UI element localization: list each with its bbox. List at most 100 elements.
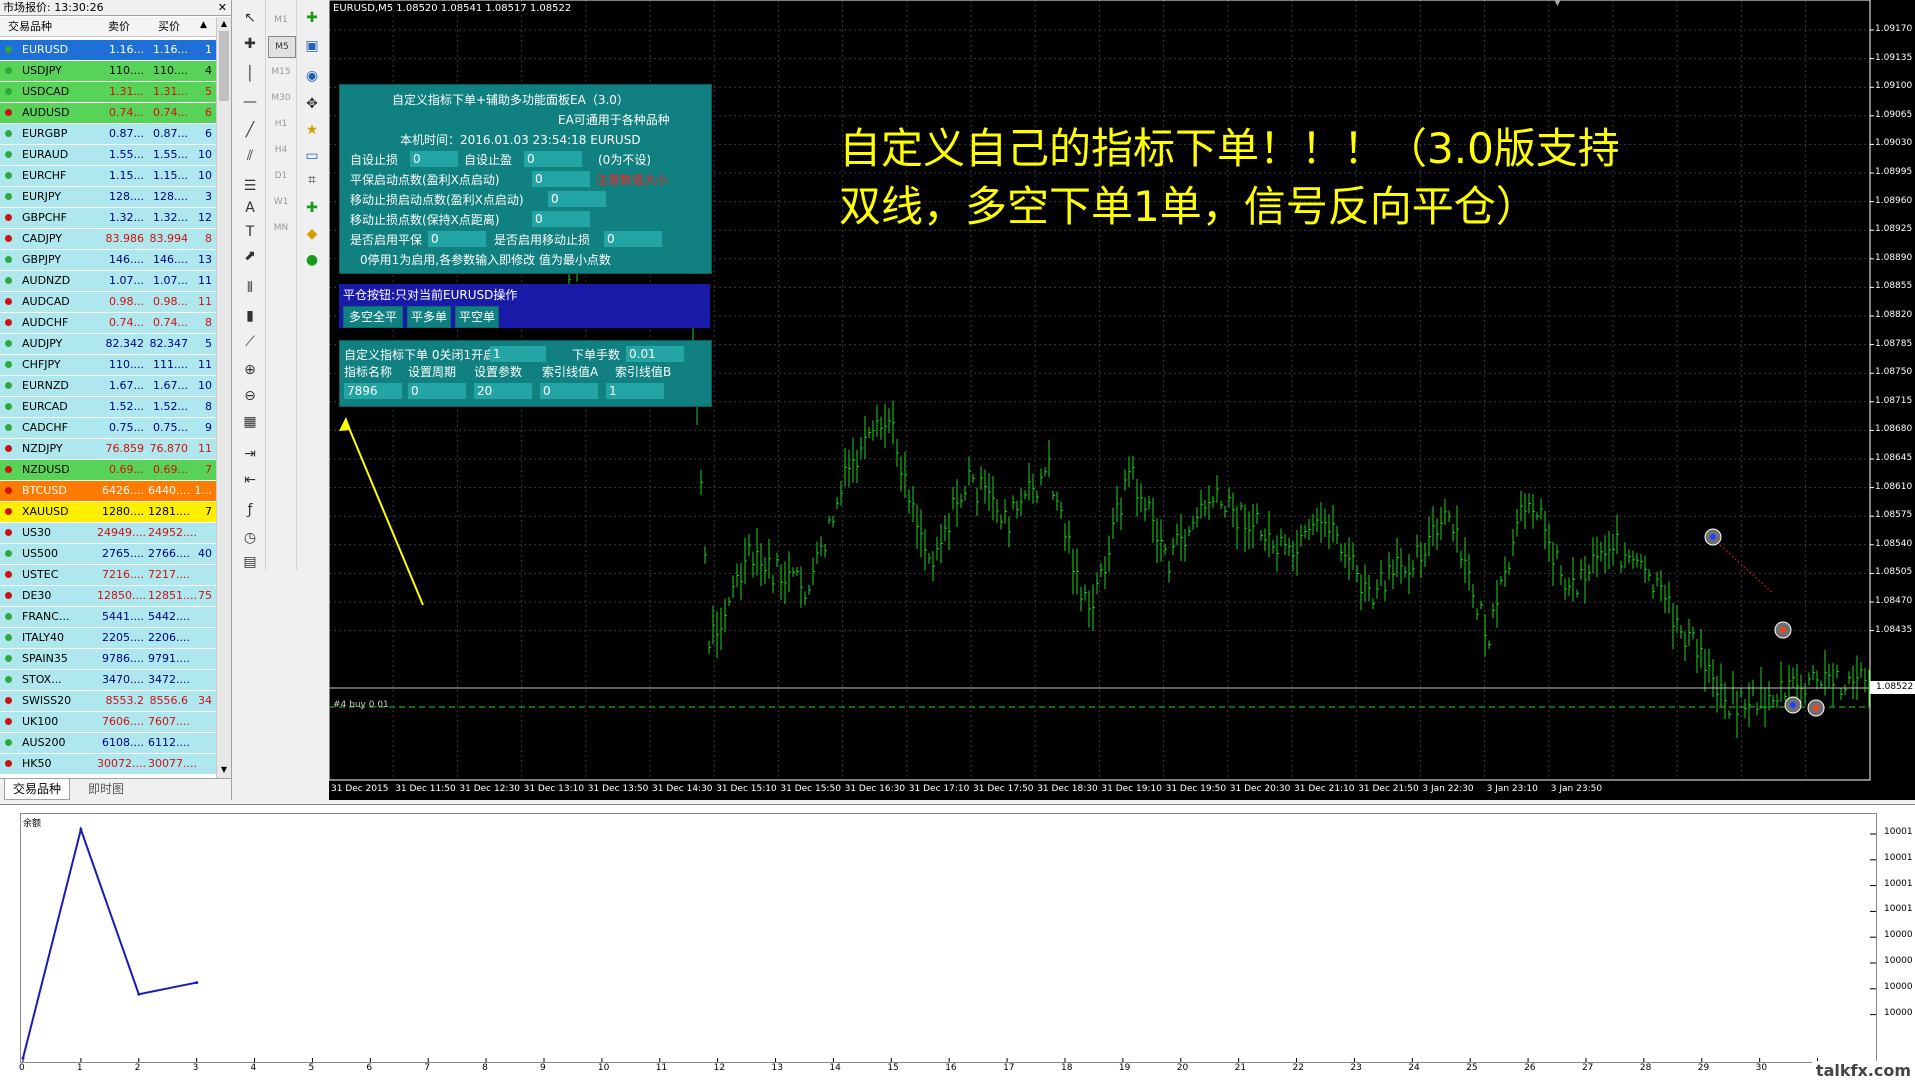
market-watch-row[interactable]: AUDCHF 0.74... 0.74... 8: [0, 313, 216, 334]
market-watch-row[interactable]: AUS200 6108.... 6112....: [0, 733, 216, 754]
market-watch-row[interactable]: USDJPY 110.... 110.... 4: [0, 61, 216, 82]
market-watch-row[interactable]: ITALY40 2205.... 2206....: [0, 628, 216, 649]
new-order-icon[interactable]: ✚: [301, 198, 323, 218]
indicators-icon[interactable]: ƒ: [239, 500, 261, 520]
candle-chart-icon[interactable]: ▮: [239, 306, 261, 326]
horizontal-line-icon[interactable]: —: [239, 92, 261, 112]
timeframe-m1[interactable]: M1: [268, 10, 294, 30]
market-watch-row[interactable]: EURGBP 0.87... 0.87... 6: [0, 124, 216, 145]
tp-input[interactable]: 0: [524, 151, 582, 167]
close-sell-button[interactable]: 平空单: [455, 306, 499, 328]
market-watch-row[interactable]: BTCUSD 6426.... 6440.... 1...: [0, 481, 216, 502]
timeframe-m15[interactable]: M15: [268, 62, 294, 82]
vertical-line-icon[interactable]: │: [239, 64, 261, 84]
bar-chart-icon[interactable]: ⫴: [239, 278, 261, 298]
market-watch-row[interactable]: FRANC... 5441.... 5442....: [0, 607, 216, 628]
indicator-name-input[interactable]: 7896: [344, 383, 402, 399]
chart-dropdown-icon[interactable]: ▼: [1554, 0, 1561, 8]
close-icon[interactable]: ✕: [218, 0, 227, 16]
timeframe-mn[interactable]: MN: [268, 218, 294, 238]
enable-breakeven-input[interactable]: 0: [428, 231, 486, 247]
market-watch-row[interactable]: CADJPY 83.986 83.994 8: [0, 229, 216, 250]
metaeditor-icon[interactable]: ◆: [301, 224, 323, 244]
market-watch-row[interactable]: US30 24949.... 24952....: [0, 523, 216, 544]
market-watch-row[interactable]: AUDCAD 0.98... 0.98... 11: [0, 292, 216, 313]
chevron-up-icon[interactable]: ▲: [200, 16, 207, 35]
arrow-icon[interactable]: ⬈: [239, 246, 261, 266]
autoscroll-icon[interactable]: ⇥: [239, 444, 261, 464]
price-chart[interactable]: EURUSD,M5 1.08520 1.08541 1.08517 1.0852…: [329, 0, 1915, 800]
market-watch-row[interactable]: AUDJPY 82.342 82.347 5: [0, 334, 216, 355]
market-watch-row[interactable]: GBPCHF 1.32... 1.32... 12: [0, 208, 216, 229]
zoom-out-icon[interactable]: ⊖: [239, 386, 261, 406]
market-watch-row[interactable]: HK50 30072.... 30077....: [0, 754, 216, 775]
index-a-input[interactable]: 0: [540, 383, 598, 399]
market-watch-row[interactable]: EURAUD 1.55... 1.55... 10: [0, 145, 216, 166]
market-watch-row[interactable]: DE30 12850.... 12851.... 75: [0, 586, 216, 607]
tester-icon[interactable]: ⌗: [301, 170, 323, 190]
breakeven-input[interactable]: 0: [532, 171, 590, 187]
chart-shift-icon[interactable]: ⇤: [239, 470, 261, 490]
autotrading-icon[interactable]: ●: [301, 250, 323, 270]
market-watch-scrollbar[interactable]: ▲ ▼: [216, 17, 231, 778]
market-watch-row[interactable]: EURJPY 128.... 128.... 3: [0, 187, 216, 208]
timeframe-h4[interactable]: H4: [268, 140, 294, 160]
timeframe-m30[interactable]: M30: [268, 88, 294, 108]
market-watch-row[interactable]: EURCHF 1.15... 1.15... 10: [0, 166, 216, 187]
market-watch-icon[interactable]: ◉: [301, 66, 323, 86]
new-chart-icon[interactable]: ✚: [301, 8, 323, 28]
tab-symbols[interactable]: 交易品种: [4, 779, 71, 800]
crosshair-icon[interactable]: ✚: [239, 34, 261, 54]
line-chart-icon[interactable]: ⟋: [239, 332, 261, 352]
tile-windows-icon[interactable]: ▦: [239, 412, 261, 432]
index-b-input[interactable]: 1: [606, 383, 664, 399]
market-watch-row[interactable]: CHFJPY 110.... 111.... 11: [0, 355, 216, 376]
zoom-in-icon[interactable]: ⊕: [239, 360, 261, 380]
param-input[interactable]: 20: [474, 383, 532, 399]
market-watch-row[interactable]: EURNZD 1.67... 1.67... 10: [0, 376, 216, 397]
timeframe-w1[interactable]: W1: [268, 192, 294, 212]
scrollbar-thumb[interactable]: [219, 31, 229, 101]
market-watch-row[interactable]: AUDUSD 0.74... 0.74... 6: [0, 103, 216, 124]
column-header-ask[interactable]: 买价: [158, 17, 180, 36]
period-input[interactable]: 0: [408, 383, 466, 399]
terminal-icon[interactable]: ▭: [301, 146, 323, 166]
market-watch-row[interactable]: XAUUSD 1280.... 1281.... 7: [0, 502, 216, 523]
market-watch-row[interactable]: SWISS20 8553.2 8556.6 34: [0, 691, 216, 712]
market-watch-row[interactable]: SPAIN35 9786.... 9791....: [0, 649, 216, 670]
trendline-icon[interactable]: ╱: [239, 120, 261, 140]
navigator-icon[interactable]: ✥: [301, 94, 323, 114]
market-watch-row[interactable]: US500 2765.... 2766.... 40: [0, 544, 216, 565]
column-header-symbol[interactable]: 交易品种: [8, 17, 52, 36]
market-watch-row[interactable]: CADCHF 0.75... 0.75... 9: [0, 418, 216, 439]
market-watch-row[interactable]: AUDNZD 1.07... 1.07... 11: [0, 271, 216, 292]
text-label-icon[interactable]: T: [239, 222, 261, 242]
close-all-button[interactable]: 多空全平: [343, 306, 403, 328]
market-watch-row[interactable]: USTEC 7216.... 7217....: [0, 565, 216, 586]
market-watch-row[interactable]: EURUSD 1.16... 1.16... 1: [0, 40, 216, 61]
market-watch-row[interactable]: NZDUSD 0.69... 0.69... 7: [0, 460, 216, 481]
timeframe-h1[interactable]: H1: [268, 114, 294, 134]
tab-tick-chart[interactable]: 即时图: [80, 779, 132, 799]
close-buy-button[interactable]: 平多单: [407, 306, 451, 328]
timeframe-d1[interactable]: D1: [268, 166, 294, 186]
trail-distance-input[interactable]: 0: [532, 211, 590, 227]
market-watch-row[interactable]: EURCAD 1.52... 1.52... 8: [0, 397, 216, 418]
market-watch-row[interactable]: UK100 7606.... 7607....: [0, 712, 216, 733]
market-watch-row[interactable]: NZDJPY 76.859 76.870 11: [0, 439, 216, 460]
enable-trail-input[interactable]: 0: [604, 231, 662, 247]
market-watch-row[interactable]: STOX... 3470.... 3472....: [0, 670, 216, 691]
column-header-bid[interactable]: 卖价: [108, 17, 130, 36]
templates-icon[interactable]: ▤: [239, 552, 261, 572]
trail-start-input[interactable]: 0: [548, 191, 606, 207]
market-watch-row[interactable]: GBPJPY 146.... 146.... 13: [0, 250, 216, 271]
data-window-icon[interactable]: ★: [301, 120, 323, 140]
lot-input[interactable]: 0.01: [626, 346, 684, 362]
indicator-switch-input[interactable]: 1: [490, 346, 546, 362]
cursor-icon[interactable]: ↖: [239, 8, 261, 28]
fibonacci-icon[interactable]: ☰: [239, 176, 261, 196]
timeframe-m5[interactable]: M5: [268, 36, 296, 58]
profiles-icon[interactable]: ▣: [301, 36, 323, 56]
scroll-up-icon[interactable]: ▲: [217, 17, 231, 30]
scroll-down-icon[interactable]: ▼: [217, 763, 231, 776]
